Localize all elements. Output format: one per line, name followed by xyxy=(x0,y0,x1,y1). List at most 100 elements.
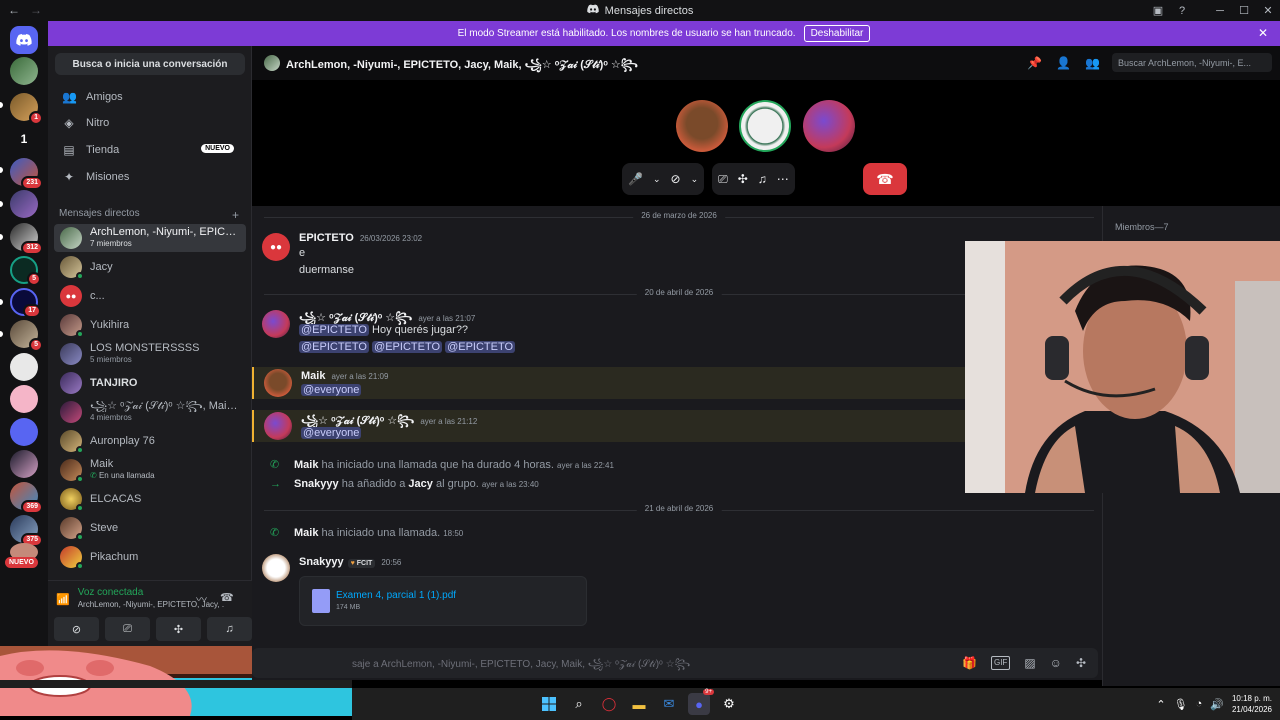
microphone-icon[interactable]: 🎤 xyxy=(628,172,643,186)
mention[interactable]: @EPICTETO xyxy=(445,341,516,353)
avatar[interactable] xyxy=(262,554,290,582)
sticker-icon[interactable]: ▨ xyxy=(1024,656,1035,670)
server-icon[interactable] xyxy=(10,450,38,478)
search-input[interactable]: Buscar ArchLemon, -Niyumi-, E... xyxy=(1112,53,1272,72)
author-name[interactable]: ꧁☆ ᵒ𝒵𝒶𝒾 (𝒮𝓉𝒾)ᵒ ☆꧂ xyxy=(301,415,414,427)
close-icon[interactable]: ✕ xyxy=(1258,26,1268,40)
windows-start-icon[interactable] xyxy=(538,693,560,715)
mention[interactable]: @EPICTETO xyxy=(299,341,369,353)
chevron-up-icon[interactable]: ⌃ xyxy=(1156,698,1165,711)
server-icon[interactable]: 5 xyxy=(10,256,41,286)
server-icon[interactable]: 1 xyxy=(10,125,38,153)
server-icon[interactable] xyxy=(10,385,38,413)
camera-off-icon[interactable]: ⊘ xyxy=(671,172,681,186)
opera-icon[interactable]: ◯ xyxy=(598,693,620,715)
author-name[interactable]: Snakyyy xyxy=(299,556,344,568)
dm-item[interactable]: Steve xyxy=(54,514,246,542)
pin-icon[interactable]: 📌 xyxy=(1027,56,1042,70)
nav-item-nitro[interactable]: ◈ Nitro xyxy=(56,112,244,134)
outlook-icon[interactable]: ✉ xyxy=(658,693,680,715)
server-icon[interactable] xyxy=(10,57,38,85)
volume-icon[interactable]: 🔊 xyxy=(1210,698,1224,711)
server-icon[interactable]: 1 xyxy=(10,93,43,125)
call-participant-avatar[interactable] xyxy=(676,100,728,152)
mention[interactable]: @EPICTETO xyxy=(299,324,369,336)
dm-item[interactable]: ArchLemon, -Niyumi-, EPICTETO...7 miembr… xyxy=(54,224,246,252)
server-icon[interactable]: 375 xyxy=(10,515,43,547)
camera-off-button[interactable]: ⊘ xyxy=(54,617,99,641)
dm-item[interactable]: ●● c... xyxy=(54,282,246,310)
clock[interactable]: 10:18 p. m. 21/04/2026 xyxy=(1232,693,1272,715)
author-name[interactable]: Maik xyxy=(301,370,325,382)
chevron-down-icon[interactable]: ⌄ xyxy=(653,174,661,185)
direct-messages-home-icon[interactable] xyxy=(10,26,38,54)
call-participant-avatar[interactable] xyxy=(739,100,791,152)
activities-button[interactable]: ✣ xyxy=(156,617,201,641)
share-screen-icon[interactable]: ⎚ xyxy=(718,172,728,187)
dm-item[interactable]: Auronplay 76 xyxy=(54,427,246,455)
noise-suppression-icon[interactable]: 〰 xyxy=(196,591,207,607)
gift-icon[interactable]: 🎁 xyxy=(962,656,977,670)
author-name[interactable]: EPICTETO xyxy=(299,232,354,244)
message-input[interactable]: saje a ArchLemon, -Niyumi-, EPICTETO, Ja… xyxy=(252,648,1098,678)
server-icon[interactable]: 369 xyxy=(10,482,43,514)
wifi-icon[interactable]: ◔ xyxy=(1196,698,1203,710)
dm-item[interactable]: Jacy xyxy=(54,253,246,281)
file-explorer-icon[interactable]: ▬ xyxy=(628,693,650,715)
mention[interactable]: @EPICTETO xyxy=(372,341,443,353)
avatar[interactable] xyxy=(262,310,290,338)
chevron-down-icon[interactable]: ⌄ xyxy=(691,174,699,185)
discord-taskbar-icon[interactable]: ● 9+ xyxy=(688,689,714,715)
more-icon[interactable]: ⋯ xyxy=(777,172,789,186)
soundboard-button[interactable]: ♫ xyxy=(207,617,252,641)
mention[interactable]: @everyone xyxy=(301,384,362,396)
members-icon[interactable]: 👥 xyxy=(1085,56,1100,70)
nav-item-quests[interactable]: ✦ Misiones xyxy=(56,166,244,188)
mic-control[interactable]: 🎤 ⌄ ⊘ ⌄ xyxy=(622,163,705,195)
dm-item[interactable]: LOS MONSTERSSSS 5 miembros xyxy=(54,340,246,368)
dm-item[interactable]: Yukihira xyxy=(54,311,246,339)
avatar[interactable] xyxy=(264,369,292,397)
server-icon[interactable]: 231 xyxy=(10,158,43,190)
microphone-icon[interactable]: 🎙 xyxy=(1174,698,1188,711)
server-icon[interactable]: 312 xyxy=(10,223,43,255)
help-icon[interactable]: ? xyxy=(1170,0,1194,21)
inbox-icon[interactable]: ▣ xyxy=(1146,0,1170,21)
dm-item[interactable]: ꧁☆ ᵒ𝒵𝒶𝒾 (𝒮𝓉𝒾)ᵒ ☆꧂, Maik, Arc...4 miembro… xyxy=(54,398,246,426)
add-dm-icon[interactable]: + xyxy=(232,208,239,222)
file-attachment[interactable]: Examen 4, parcial 1 (1).pdf 174 MB xyxy=(299,576,587,626)
server-icon[interactable]: 5 xyxy=(10,320,43,352)
maximize-icon[interactable]: ☐ xyxy=(1232,4,1256,17)
server-icon[interactable] xyxy=(10,418,38,446)
server-icon[interactable] xyxy=(10,190,38,218)
nav-item-friends[interactable]: 👥 Amigos xyxy=(56,86,244,108)
dm-item[interactable]: TANJIRO xyxy=(54,369,246,397)
disable-streamer-button[interactable]: Deshabilitar xyxy=(803,25,871,42)
hang-up-button[interactable]: ☎ xyxy=(863,163,907,195)
server-icon[interactable]: 17 xyxy=(10,288,41,318)
dm-item[interactable]: Pikachum xyxy=(54,543,246,571)
activities-icon[interactable]: ✣ xyxy=(738,172,748,186)
dm-item[interactable]: ELCACAS xyxy=(54,485,246,513)
emoji-icon[interactable]: ☺ xyxy=(1050,656,1062,670)
search-conversation-button[interactable]: Busca o inicia una conversación xyxy=(55,53,245,75)
share-screen-button[interactable]: ⎚ xyxy=(105,617,150,641)
gif-icon[interactable]: GIF xyxy=(990,656,1011,670)
mention[interactable]: @everyone xyxy=(301,427,362,439)
close-icon[interactable]: ✕ xyxy=(1256,4,1280,17)
server-icon[interactable] xyxy=(10,353,38,381)
avatar[interactable]: ●● xyxy=(262,233,290,261)
apps-icon[interactable]: ✣ xyxy=(1076,656,1086,670)
avatar[interactable] xyxy=(264,412,292,440)
author-name[interactable]: ꧁☆ ᵒ𝒵𝒶𝒾 (𝒮𝓉𝒾)ᵒ ☆꧂ xyxy=(299,312,412,324)
disconnect-icon[interactable]: ☎ xyxy=(220,591,234,604)
file-link[interactable]: Examen 4, parcial 1 (1).pdf xyxy=(336,590,456,601)
steam-icon[interactable]: ⚙ xyxy=(718,693,740,715)
search-icon[interactable]: ⌕ xyxy=(568,693,590,715)
dm-item[interactable]: Maik ✆ En una llamada xyxy=(54,456,246,484)
add-friend-icon[interactable]: 👤 xyxy=(1056,56,1071,70)
minimize-icon[interactable]: ─ xyxy=(1208,5,1232,17)
nav-item-shop[interactable]: ▤ Tienda NUEVO xyxy=(56,139,244,161)
soundboard-icon[interactable]: ♫ xyxy=(758,172,767,186)
call-participant-avatar[interactable] xyxy=(803,100,855,152)
